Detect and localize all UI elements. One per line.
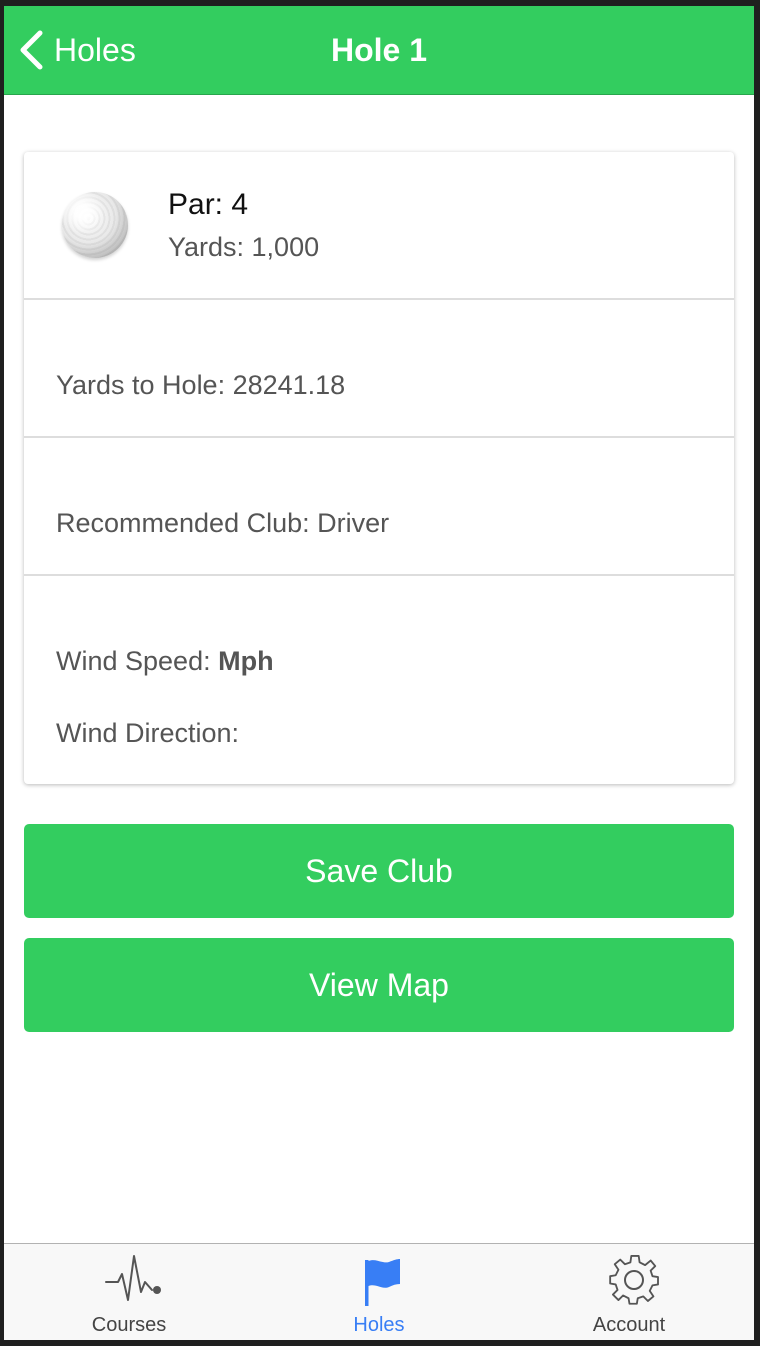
wind-speed-text: Wind Speed: Mph — [56, 646, 274, 677]
tab-account[interactable]: Account — [504, 1244, 754, 1340]
chevron-left-icon — [18, 30, 44, 70]
tab-bar: Courses Holes Account — [4, 1243, 754, 1340]
wind-item: Wind Speed: Mph Wind Direction: — [24, 576, 734, 784]
back-button[interactable]: Holes — [18, 26, 136, 74]
yards-to-hole-item: Yards to Hole: 28241.18 — [24, 300, 734, 438]
view-map-button[interactable]: View Map — [24, 938, 734, 1032]
wind-speed-unit: Mph — [218, 646, 274, 676]
wind-direction-text: Wind Direction: — [56, 718, 240, 748]
screen: Holes Hole 1 Par: 4 Yards: 1,000 Yards t… — [4, 6, 754, 1340]
golf-ball-icon — [62, 192, 128, 258]
recommended-club-item: Recommended Club: Driver — [24, 438, 734, 576]
save-club-button[interactable]: Save Club — [24, 824, 734, 918]
tab-courses[interactable]: Courses — [4, 1244, 254, 1340]
tab-holes[interactable]: Holes — [254, 1244, 504, 1340]
tab-account-label: Account — [592, 1314, 666, 1336]
yards-value: Yards: 1,000 — [168, 232, 320, 262]
yards-to-hole-text: Yards to Hole: 28241.18 — [56, 370, 346, 400]
tab-courses-label: Courses — [91, 1314, 167, 1336]
hole-summary-item: Par: 4 Yards: 1,000 — [24, 152, 734, 300]
par-value: Par: 4 — [168, 188, 249, 221]
header-bar: Holes Hole 1 — [4, 6, 754, 95]
wind-speed-label: Wind Speed: — [56, 646, 219, 676]
recommended-club-text: Recommended Club: Driver — [56, 508, 390, 538]
tab-holes-label: Holes — [353, 1314, 405, 1336]
back-label: Holes — [54, 31, 136, 68]
hole-card: Par: 4 Yards: 1,000 Yards to Hole: 28241… — [24, 152, 734, 784]
